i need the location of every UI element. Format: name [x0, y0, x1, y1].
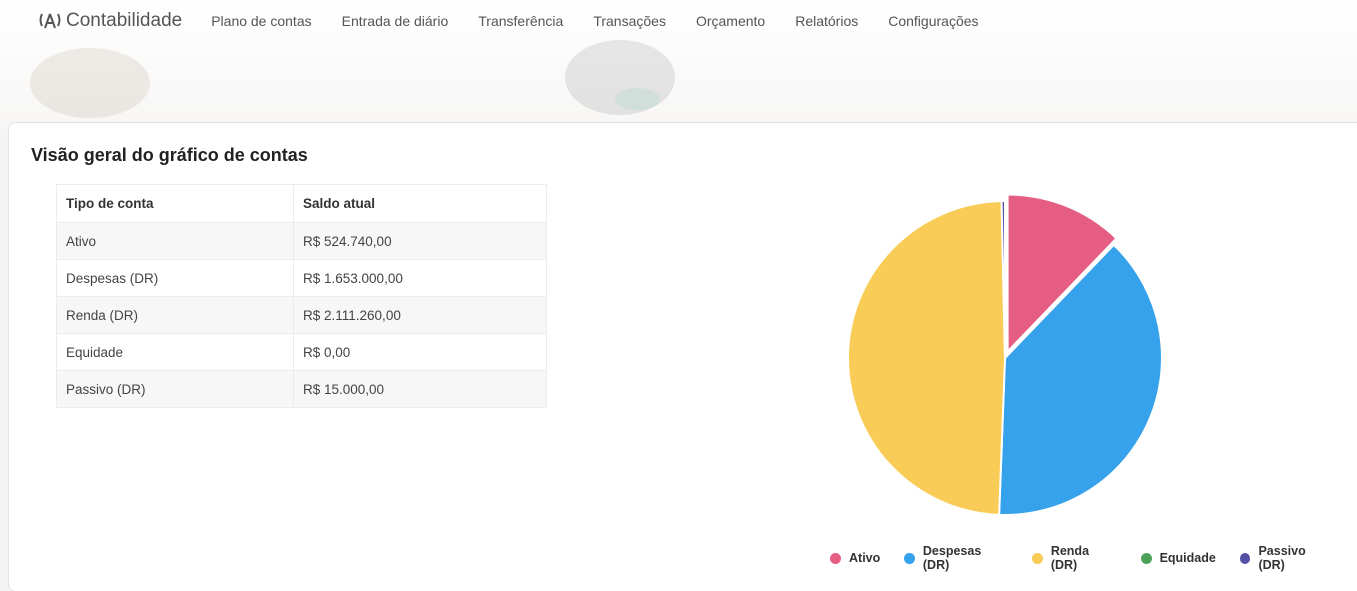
table-row: Ativo R$ 524.740,00: [56, 222, 547, 260]
nav-plano-de-contas[interactable]: Plano de contas: [211, 13, 311, 29]
account-type-cell: Passivo (DR): [56, 370, 294, 408]
chart-legend: Ativo Despesas (DR) Renda (DR) Equidade Pass…: [830, 544, 1357, 572]
legend-label: Ativo: [849, 551, 881, 565]
brand-link[interactable]: Contabilidade: [38, 10, 182, 32]
legend-item[interactable]: Despesas (DR): [904, 544, 1008, 572]
brand-title: Contabilidade: [66, 10, 183, 31]
balance-cell: R$ 524.740,00: [293, 222, 547, 260]
account-type-cell: Renda (DR): [56, 296, 294, 334]
account-type-cell: Despesas (DR): [56, 259, 294, 297]
column-header-account-type: Tipo de conta: [56, 184, 294, 223]
legend-item[interactable]: Renda (DR): [1032, 544, 1116, 572]
legend-swatch: [1032, 552, 1043, 564]
broadcast-icon: [39, 13, 61, 29]
nav-transacoes[interactable]: Transações: [593, 13, 666, 29]
nav-entrada-de-diario[interactable]: Entrada de diário: [342, 13, 449, 29]
nav-orcamento[interactable]: Orçamento: [696, 13, 765, 29]
card-title: Visão geral do gráfico de contas: [31, 145, 308, 165]
decorative-shape: [615, 88, 660, 110]
nav-relatorios[interactable]: Relatórios: [795, 13, 858, 29]
account-type-cell: Equidade: [56, 333, 294, 371]
table-row: Passivo (DR) R$ 15.000,00: [56, 370, 547, 408]
legend-label: Renda (DR): [1050, 544, 1090, 572]
top-navbar: Contabilidade Plano de contas Entrada de…: [0, 0, 1357, 42]
legend-swatch: [830, 552, 841, 564]
balance-cell: R$ 1.653.000,00: [293, 259, 547, 297]
table-row: Equidade R$ 0,00: [56, 333, 547, 371]
nav-configuracoes[interactable]: Configurações: [888, 13, 978, 29]
account-balance-table: Tipo de conta Saldo atual Ativo R$ 524.7…: [56, 184, 547, 408]
column-header-current-balance: Saldo atual: [293, 184, 547, 223]
balance-cell: R$ 2.111.260,00: [293, 296, 547, 334]
decorative-shape: [30, 48, 150, 118]
balance-cell: R$ 0,00: [293, 333, 547, 371]
legend-label: Passivo (DR): [1258, 544, 1306, 572]
legend-label: Equidade: [1159, 551, 1216, 565]
legend-swatch: [1239, 552, 1251, 564]
legend-item[interactable]: Passivo (DR): [1239, 544, 1333, 572]
table-row: Despesas (DR) R$ 1.653.000,00: [56, 259, 547, 297]
legend-swatch: [904, 552, 915, 564]
table-header-row: Tipo de conta Saldo atual: [56, 184, 547, 223]
account-type-cell: Ativo: [56, 222, 294, 260]
nav-transferencia[interactable]: Transferência: [478, 13, 563, 29]
legend-swatch: [1140, 552, 1152, 564]
balance-cell: R$ 15.000,00: [293, 370, 547, 408]
legend-label: Despesas (DR): [922, 544, 982, 572]
legend-item[interactable]: Equidade: [1140, 551, 1216, 565]
chart-of-accounts-card: Visão geral do gráfico de contas Tipo de…: [8, 122, 1357, 591]
table-row: Renda (DR) R$ 2.111.260,00: [56, 296, 547, 334]
legend-item[interactable]: Ativo: [830, 551, 880, 565]
